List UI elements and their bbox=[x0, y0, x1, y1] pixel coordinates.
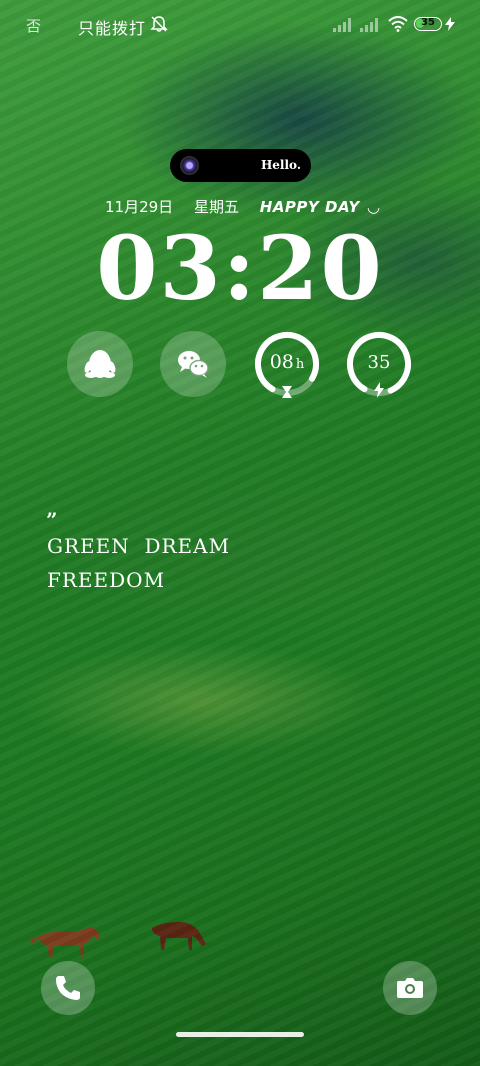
quote-mark: ” bbox=[46, 508, 58, 532]
smile-icon: ◡ bbox=[367, 198, 380, 216]
signal-icon bbox=[333, 18, 351, 32]
charging-bolt-icon bbox=[374, 382, 384, 398]
horse-right bbox=[152, 922, 206, 950]
signal-icon-2 bbox=[360, 18, 378, 32]
bell-off-icon bbox=[150, 16, 168, 32]
screen-time-value: 08 bbox=[269, 351, 294, 373]
dynamic-island[interactable]: Hello. bbox=[170, 149, 311, 182]
weekday-text: 星期五 bbox=[193, 198, 239, 216]
home-indicator[interactable] bbox=[176, 1032, 304, 1037]
greeting-label: HAPPY DAY bbox=[259, 198, 360, 216]
wechat-widget-button[interactable] bbox=[160, 331, 226, 397]
status-bar: 否 只能拨打 35 bbox=[0, 0, 480, 50]
carrier-text: 只能拨打 bbox=[78, 19, 147, 38]
screen-time-value-wrap: 08 h bbox=[253, 351, 321, 373]
clock-time: 03:20 bbox=[96, 216, 384, 320]
phone-icon bbox=[56, 976, 80, 1000]
battery-level: 35 bbox=[421, 17, 435, 28]
horse-left bbox=[30, 927, 100, 958]
charging-icon bbox=[445, 17, 455, 31]
island-text: Hello. bbox=[260, 158, 301, 172]
camera-lens-icon bbox=[180, 156, 199, 175]
quote-line-2: FREEDOM bbox=[47, 568, 166, 592]
quote-line-1: GREEN DREAM bbox=[47, 534, 231, 558]
battery-ring-value: 35 bbox=[367, 352, 391, 373]
date-text: 11月29日 bbox=[105, 198, 174, 216]
phone-shortcut-button[interactable] bbox=[41, 961, 95, 1015]
date-line: 11月29日 星期五 HAPPY DAY ◡ bbox=[105, 196, 396, 217]
battery-icon: 35 bbox=[414, 17, 442, 31]
camera-icon bbox=[397, 978, 423, 998]
wifi-icon bbox=[388, 16, 408, 32]
status-left-glyph: 否 bbox=[26, 17, 42, 35]
greeting-text: HAPPY DAY ◡ bbox=[260, 198, 380, 216]
screen-time-unit: h bbox=[295, 357, 305, 372]
qq-widget-button[interactable] bbox=[67, 331, 133, 397]
qq-penguin-icon bbox=[84, 350, 116, 378]
wechat-icon bbox=[178, 351, 209, 378]
hourglass-icon bbox=[282, 386, 292, 398]
camera-shortcut-button[interactable] bbox=[383, 961, 437, 1015]
